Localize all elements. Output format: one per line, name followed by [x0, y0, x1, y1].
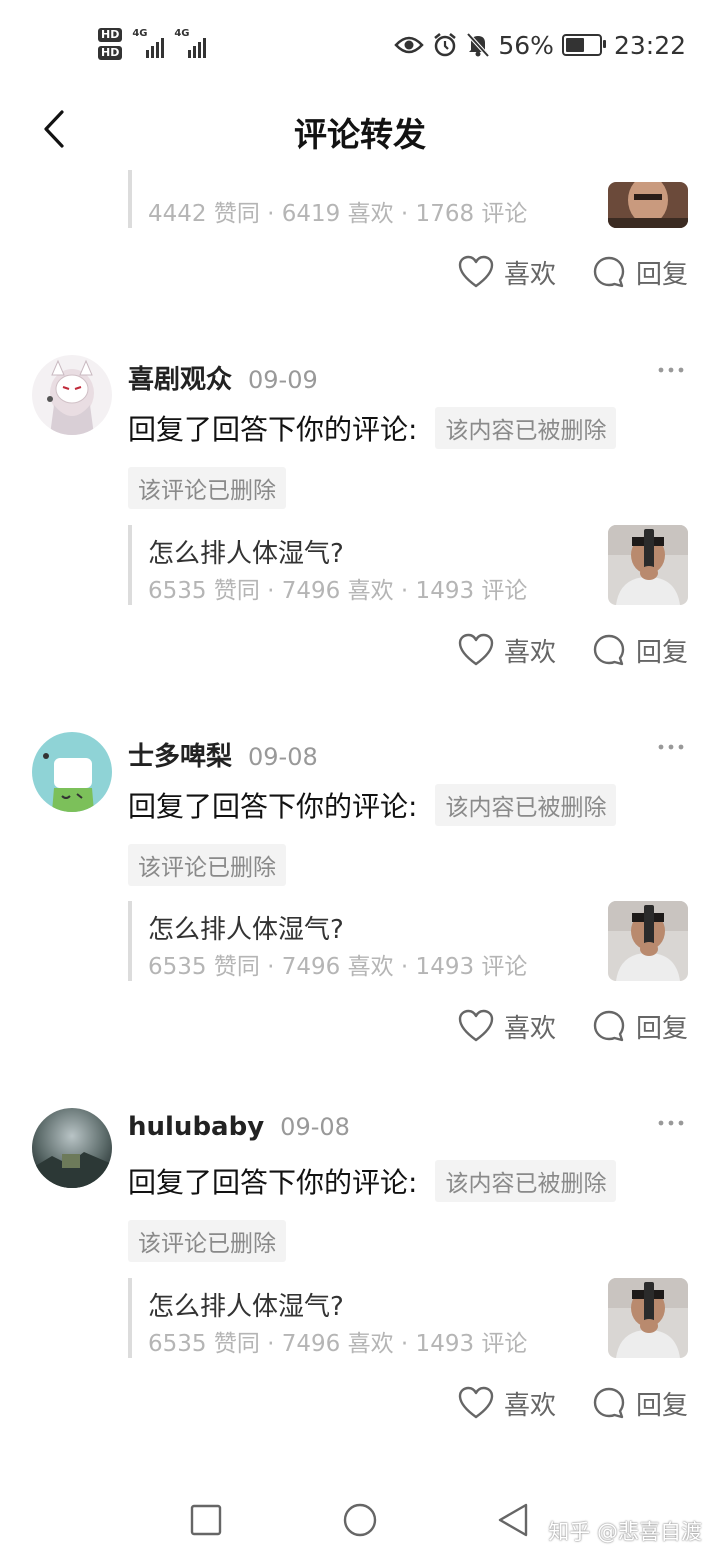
reply-button[interactable]: 回复: [592, 1385, 688, 1422]
like-label: 喜欢: [503, 1013, 556, 1044]
deleted-content-tag: 该内容已被删除: [435, 1160, 617, 1202]
like-button[interactable]: 喜欢: [458, 1008, 556, 1045]
quote-bar: [128, 901, 132, 981]
user-name[interactable]: hulubaby 09-08: [128, 1112, 350, 1142]
quoted-answer[interactable]: 怎么排人体湿气? 6535 赞同 · 7496 喜欢 · 1493 评论: [128, 901, 688, 981]
quote-title: 怎么排人体湿气?: [148, 1292, 344, 1322]
heart-icon: [458, 633, 494, 666]
reply-label: 回复: [635, 1013, 688, 1044]
quoted-answer[interactable]: 4442 赞同 · 6419 喜欢 · 1768 评论: [128, 170, 688, 228]
deleted-comment-tag: 该评论已删除: [128, 467, 286, 509]
user-name[interactable]: 喜剧观众 09-09: [128, 359, 318, 396]
reply-button[interactable]: 回复: [592, 1008, 688, 1045]
quote-stats: 6535 赞同 · 7496 喜欢 · 1493 评论: [148, 954, 528, 980]
home-icon[interactable]: [342, 1502, 378, 1538]
back-triangle-icon[interactable]: [496, 1502, 530, 1538]
quote-bar: [128, 1278, 132, 1358]
quoted-answer[interactable]: 怎么排人体湿气? 6535 赞同 · 7496 喜欢 · 1493 评论: [128, 525, 688, 605]
comment-date: 09-08: [280, 1113, 350, 1141]
comment-icon: [593, 634, 625, 666]
comment-date: 09-08: [248, 743, 318, 771]
comment-date: 09-09: [248, 366, 318, 394]
page-title: 评论转发: [294, 115, 426, 154]
signal-icon-2: 4G: [174, 28, 207, 58]
alarm-icon: [434, 33, 457, 57]
hd-badge-2: HD: [98, 46, 123, 60]
status-bar-right: 56% 23:22: [394, 28, 686, 62]
like-button[interactable]: 喜欢: [458, 632, 556, 669]
quote-stats: 6535 赞同 · 7496 喜欢 · 1493 评论: [148, 578, 528, 604]
heart-icon: [458, 1009, 494, 1042]
quote-stats: 6535 赞同 · 7496 喜欢 · 1493 评论: [148, 1331, 528, 1357]
status-bar: HD HD 4G 4G 56% 23:22: [0, 0, 720, 90]
heart-icon: [458, 255, 494, 288]
quoted-answer[interactable]: 怎么排人体湿气? 6535 赞同 · 7496 喜欢 · 1493 评论: [128, 1278, 688, 1358]
deleted-content-tag: 该内容已被删除: [435, 784, 617, 826]
clock: 23:22: [613, 30, 686, 60]
quote-stats: 4442 赞同 · 6419 喜欢 · 1768 评论: [148, 201, 528, 227]
user-name[interactable]: 士多啤梨 09-08: [128, 736, 318, 773]
quote-title: 怎么排人体湿气?: [148, 915, 344, 945]
action-bar: 喜欢 回复: [458, 252, 688, 292]
answer-thumbnail[interactable]: [608, 901, 688, 981]
hd-badge-1: HD: [98, 28, 123, 42]
reply-label: 回复: [635, 637, 688, 668]
reply-line: 回复了回答下你的评论: 该内容已被删除: [128, 1160, 617, 1202]
watermark: 知乎 @悲喜自渡: [548, 1520, 702, 1544]
comment-icon: [593, 256, 625, 288]
battery-icon: [561, 34, 606, 56]
action-bar: 喜欢 回复: [458, 1383, 688, 1423]
battery-percent: 56%: [498, 30, 554, 60]
avatar[interactable]: [32, 732, 112, 812]
like-label: 喜欢: [503, 259, 556, 290]
answer-thumbnail[interactable]: [608, 525, 688, 605]
mute-icon: [466, 32, 490, 58]
avatar[interactable]: [32, 355, 112, 435]
quote-bar: [128, 525, 132, 605]
more-icon[interactable]: [658, 742, 684, 752]
like-label: 喜欢: [503, 1390, 556, 1421]
action-bar: 喜欢 回复: [458, 1006, 688, 1046]
like-button[interactable]: 喜欢: [458, 254, 556, 291]
more-icon[interactable]: [658, 365, 684, 375]
answer-thumbnail[interactable]: [608, 1278, 688, 1358]
status-bar-left: HD HD 4G 4G: [98, 22, 207, 66]
like-label: 喜欢: [503, 637, 556, 668]
quote-title: 怎么排人体湿气?: [148, 539, 344, 569]
like-button[interactable]: 喜欢: [458, 1385, 556, 1422]
quote-bar: [128, 170, 132, 228]
reply-label: 回复: [635, 259, 688, 290]
reply-text: 回复了回答下你的评论:: [128, 790, 418, 823]
reply-line: 回复了回答下你的评论: 该内容已被删除: [128, 784, 617, 826]
comment-icon: [593, 1387, 625, 1419]
avatar[interactable]: [32, 1108, 112, 1188]
recents-icon[interactable]: [190, 1504, 222, 1536]
reply-text: 回复了回答下你的评论:: [128, 413, 418, 446]
reply-line: 回复了回答下你的评论: 该内容已被删除: [128, 407, 617, 449]
deleted-comment-tag: 该评论已删除: [128, 1220, 286, 1262]
deleted-comment-tag: 该评论已删除: [128, 844, 286, 886]
heart-icon: [458, 1386, 494, 1419]
action-bar: 喜欢 回复: [458, 630, 688, 670]
reply-button[interactable]: 回复: [592, 254, 688, 291]
deleted-content-tag: 该内容已被删除: [435, 407, 617, 449]
answer-thumbnail[interactable]: [608, 182, 688, 228]
top-nav-bar: 评论转发: [0, 90, 720, 170]
more-icon[interactable]: [658, 1118, 684, 1128]
reply-button[interactable]: 回复: [592, 632, 688, 669]
comment-icon: [593, 1010, 625, 1042]
reply-label: 回复: [635, 1390, 688, 1421]
eye-icon: [394, 36, 425, 54]
reply-text: 回复了回答下你的评论:: [128, 1166, 418, 1199]
system-nav-bar: 知乎 @悲喜自渡: [0, 1480, 720, 1560]
signal-icon-1: 4G: [132, 28, 165, 58]
